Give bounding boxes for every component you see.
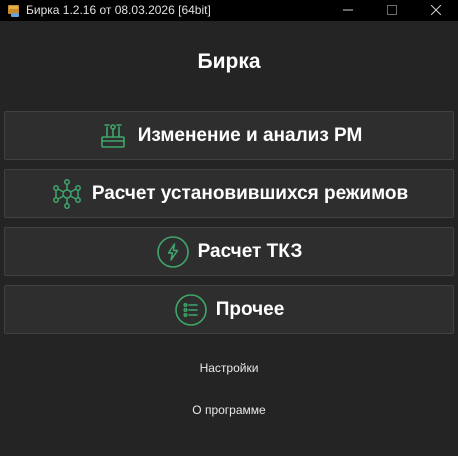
menu-label: Расчет установившихся режимов (91, 182, 409, 204)
menu-label: Прочее (215, 298, 285, 320)
close-icon (431, 5, 441, 15)
menu-label: Расчет ТКЗ (197, 240, 303, 262)
window-titlebar[interactable]: Бирка 1.2.16 от 08.03.2026 [64bit] (0, 0, 458, 21)
lightning-icon (156, 235, 189, 268)
minimize-icon (343, 9, 353, 11)
other-button[interactable]: Прочее (4, 285, 454, 334)
app-logo-icon (8, 5, 19, 17)
steady-state-calc-button[interactable]: Расчет установившихся режимов (4, 169, 454, 218)
about-link[interactable]: О программе (0, 403, 458, 417)
settings-link[interactable]: Настройки (0, 361, 458, 375)
edit-analyze-rm-button[interactable]: Изменение и анализ РМ (4, 111, 454, 160)
window-title: Бирка 1.2.16 от 08.03.2026 [64bit] (26, 3, 211, 17)
list-icon (174, 293, 207, 326)
tools-workbench-icon (100, 123, 125, 148)
maximize-button[interactable] (370, 0, 414, 21)
close-button[interactable] (414, 0, 458, 21)
page-title: Бирка (197, 50, 261, 73)
minimize-button[interactable] (326, 0, 370, 21)
network-graph-icon (52, 178, 81, 209)
maximize-icon (387, 5, 397, 15)
menu-label: Изменение и анализ РМ (137, 124, 363, 146)
short-circuit-calc-button[interactable]: Расчет ТКЗ (4, 227, 454, 276)
